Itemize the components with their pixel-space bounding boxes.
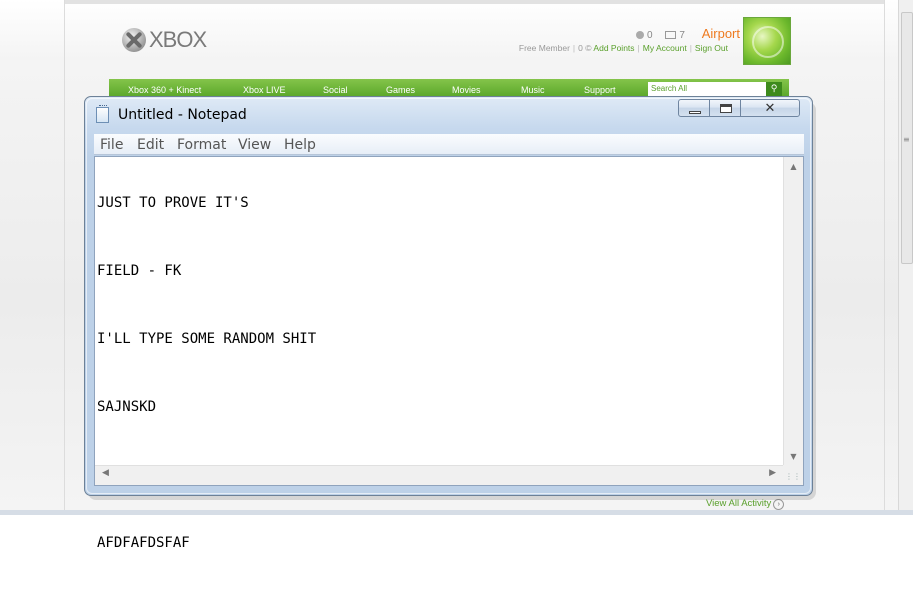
menu-format[interactable]: Format	[177, 137, 226, 153]
close-button[interactable]: ✕	[740, 99, 800, 117]
minimize-icon	[689, 111, 701, 114]
text-editor[interactable]: JUST TO PROVE IT'S FIELD - FK I'LL TYPE …	[94, 156, 804, 551]
text-line: SAJNSKD	[97, 399, 157, 415]
notepad-icon[interactable]	[96, 105, 109, 123]
membership-label: Free Member	[518, 43, 570, 53]
vertical-scrollbar[interactable]: ▲ ▼	[783, 157, 803, 465]
scroll-down-icon[interactable]: ▼	[784, 452, 803, 461]
scroll-up-icon[interactable]: ▲	[784, 162, 803, 171]
xbox-logo-text: XBOX	[149, 27, 207, 52]
account-links: Free Member | 0 © Add Points | My Account | Si…	[518, 43, 728, 53]
search-input[interactable]: Search All	[648, 82, 766, 96]
my-account-link[interactable]: My Account	[643, 43, 687, 53]
xbox-sphere-icon	[122, 28, 146, 52]
gamerpic-avatar[interactable]	[743, 17, 791, 65]
nav-social[interactable]: Social	[323, 85, 348, 95]
resize-grip-icon[interactable]: ⋮⋮	[783, 465, 803, 485]
text-line: JUST TO PROVE IT'S	[97, 195, 249, 211]
messages-count: 7	[679, 30, 685, 41]
document-text[interactable]: JUST TO PROVE IT'S FIELD - FK I'LL TYPE …	[97, 161, 779, 603]
nav-xbox-live[interactable]: Xbox LIVE	[243, 85, 286, 95]
nav-music[interactable]: Music	[521, 85, 545, 95]
menu-file[interactable]: File	[100, 137, 123, 153]
user-area: 0 7 Airport Free Member | 0 © Add Points | M…	[500, 24, 740, 58]
xbox-logo[interactable]: XBOX	[122, 27, 207, 53]
nav-support[interactable]: Support	[584, 85, 616, 95]
browser-scrollbar[interactable]: ≡	[898, 0, 913, 515]
friends-icon[interactable]	[636, 31, 645, 40]
scroll-left-icon[interactable]: ◀	[102, 468, 109, 478]
gamertag-link[interactable]: Airport	[702, 26, 740, 41]
menu-edit[interactable]: Edit	[137, 137, 164, 153]
maximize-icon	[720, 104, 732, 113]
horizontal-scrollbar[interactable]: ◀ ▶	[95, 465, 783, 485]
menu-help[interactable]: Help	[284, 137, 316, 153]
text-line: FIELD - FK	[97, 263, 182, 279]
scroll-grip-icon: ≡	[903, 135, 910, 144]
text-line: I'LL TYPE SOME RANDOM SHIT	[97, 331, 317, 347]
window-title: Untitled - Notepad	[118, 107, 247, 123]
nav-movies[interactable]: Movies	[452, 85, 481, 95]
messages-icon[interactable]	[665, 31, 677, 40]
text-line: AFDFAFDSFAF	[97, 535, 190, 551]
menu-bar: File Edit Format View Help	[94, 134, 804, 155]
friends-count: 0	[647, 30, 653, 41]
menu-view[interactable]: View	[238, 137, 271, 153]
search-icon[interactable]: ⚲	[766, 82, 782, 96]
scroll-right-icon[interactable]: ▶	[769, 468, 776, 478]
maximize-button[interactable]	[709, 99, 741, 117]
nav-games[interactable]: Games	[386, 85, 415, 95]
status-row: 0 7 Airport	[636, 26, 740, 41]
add-points-link[interactable]: Add Points	[593, 43, 634, 53]
notepad-window[interactable]: Untitled - Notepad ✕ File Edit Format Vi…	[84, 96, 813, 551]
points-icon: ©	[585, 43, 592, 53]
sign-out-link[interactable]: Sign Out	[695, 43, 728, 53]
points-count: 0	[578, 43, 583, 53]
close-icon: ✕	[764, 101, 776, 116]
nav-xbox360-kinect[interactable]: Xbox 360 + Kinect	[128, 85, 201, 95]
minimize-button[interactable]	[678, 99, 710, 117]
